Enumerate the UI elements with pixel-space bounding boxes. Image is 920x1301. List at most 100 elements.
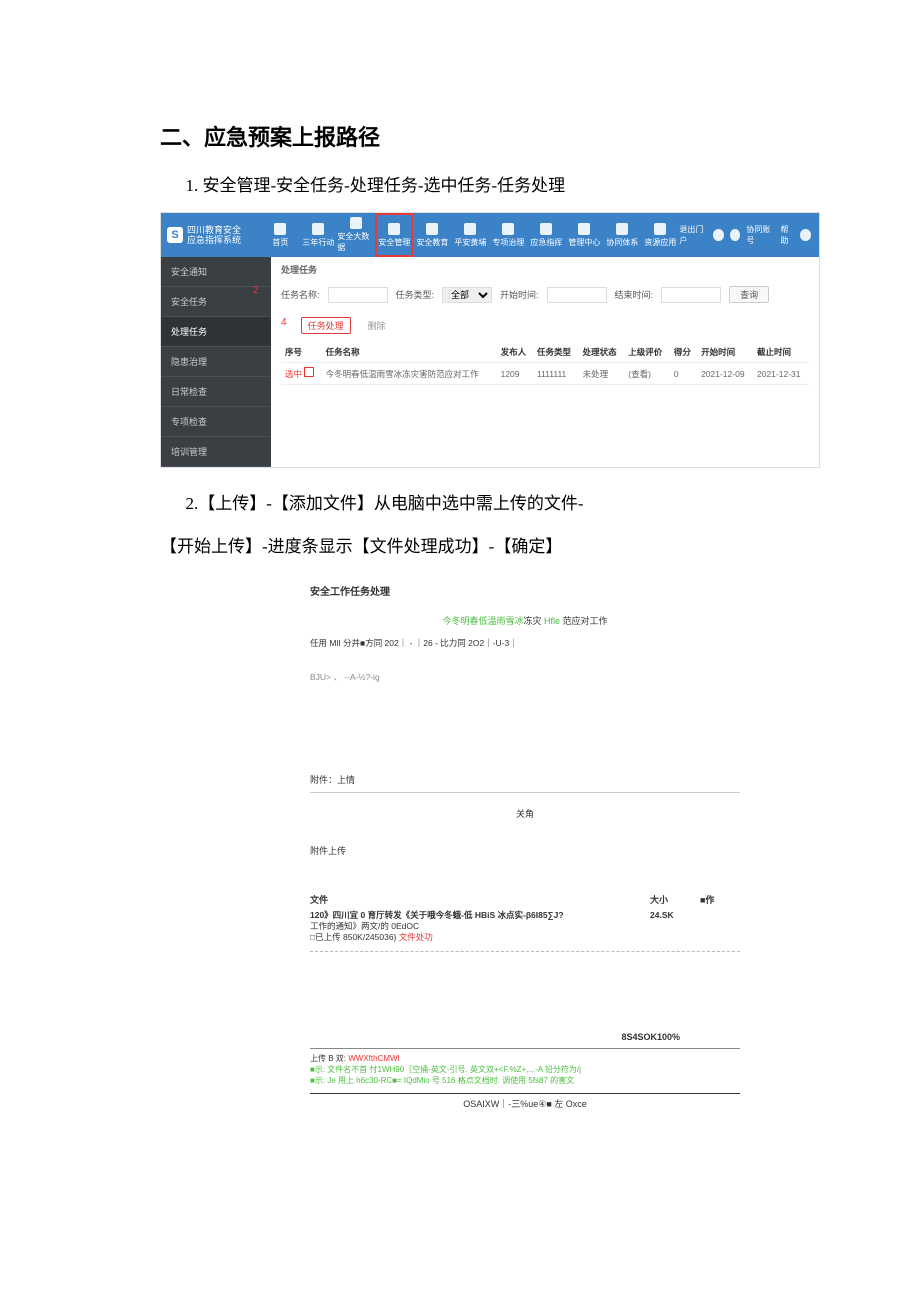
sidebar-item-special[interactable]: 专项检查: [161, 407, 271, 437]
th-seq: 序号: [281, 342, 322, 363]
dialog-footer: OSAIXW｜-三%ue④■ 左 Oxce: [310, 1093, 740, 1110]
nav-safety-edu[interactable]: 安全教育: [413, 213, 451, 257]
file-row: 120》四川宜 0 育厅转发《关于哦今冬蛾-低 HBiS 冰点实-β6I85∑J…: [310, 910, 740, 943]
query-button[interactable]: 查询: [729, 286, 769, 303]
brand-logo-icon: S: [167, 227, 183, 243]
support-icon[interactable]: [800, 229, 811, 241]
delete-button[interactable]: 删除: [361, 317, 393, 334]
cloud-icon: [350, 217, 362, 229]
th-end: 截止时间: [753, 342, 809, 363]
progress-pct: 8S4SOK100%: [310, 1032, 740, 1042]
exit-portal[interactable]: 退出门户: [679, 224, 707, 246]
label-task-type: 任务类型:: [396, 288, 435, 301]
dialog-meta: 任用 MlI 分并■方同 202｜ - ｜26 - 比力同 2O2｜-U-3｜: [310, 637, 740, 649]
nav-home[interactable]: 首页: [261, 213, 299, 257]
task-name-input[interactable]: [328, 287, 388, 303]
tree-icon: [464, 223, 476, 235]
msg-icon[interactable]: [713, 229, 724, 241]
screenshot-app: S 四川教育安全 应急指挥系统 首页 三年行动 安全大数据 安全管理 安全教育 …: [160, 212, 820, 468]
th-pub: 发布人: [497, 342, 533, 363]
task-type-select[interactable]: 全部: [442, 287, 492, 303]
cell-pub: 1209: [497, 363, 533, 385]
th-start: 开始时间: [697, 342, 753, 363]
row-checkbox[interactable]: [304, 367, 314, 377]
sidebar-item-notice[interactable]: 安全通知: [161, 257, 271, 287]
brand-line1: 四川教育安全: [187, 225, 241, 236]
end-time-input[interactable]: [661, 287, 721, 303]
th-score: 得分: [670, 342, 697, 363]
annotation-4: 4: [281, 317, 287, 334]
nav-pinan[interactable]: 平安黄埔: [451, 213, 489, 257]
ops-row: 4 任务处理 删除: [281, 317, 809, 334]
todo-icon[interactable]: [730, 229, 741, 241]
th-op: ■作: [700, 893, 740, 906]
upload-dialog: 安全工作任务处理 今冬明春低温雨雪冰冻灾 Hfle 范应对工作 任用 MlI 分…: [310, 583, 740, 1110]
file-table-head: 文件 大小 ■作: [310, 893, 740, 906]
help-link[interactable]: 帮助: [780, 224, 794, 246]
nav-emergency[interactable]: 应急指挥: [527, 213, 565, 257]
nav-special[interactable]: 专项治理: [489, 213, 527, 257]
cell-eval[interactable]: (查看): [624, 363, 670, 385]
nav-coop[interactable]: 协同体系: [603, 213, 641, 257]
divider-2: [310, 1048, 740, 1049]
nav-three-year[interactable]: 三年行动: [299, 213, 337, 257]
step1-text: 1. 安全管理-安全任务-处理任务-选中任务-任务处理: [160, 170, 760, 202]
label-start-time: 开始时间:: [500, 288, 539, 301]
cell-status: 未处理: [579, 363, 625, 385]
table-row[interactable]: 选中 今冬明春低温雨雪冰冻灾害防范应对工作 1209 1111111 未处理 (…: [281, 363, 809, 385]
filter-row: 任务名称: 任务类型: 全部 开始时间: 结束时间: 查询: [281, 286, 809, 303]
sidebar-item-daily[interactable]: 日常检查: [161, 377, 271, 407]
doc-icon: [312, 223, 324, 235]
link-icon: [616, 223, 628, 235]
th-name: 任务名称: [322, 342, 497, 363]
divider: [310, 792, 740, 793]
brand: S 四川教育安全 应急指挥系统: [161, 213, 261, 257]
home-icon: [274, 223, 286, 235]
start-time-input[interactable]: [547, 287, 607, 303]
nav-resource[interactable]: 资源应用: [641, 213, 679, 257]
sidebar-item-train[interactable]: 培训管理: [161, 437, 271, 467]
step2a-text: 2.【上传】-【添加文件】从电脑中选中需上传的文件-: [160, 488, 760, 520]
dialog-subtitle: 今冬明春低温雨雪冰冻灾 Hfle 范应对工作: [310, 614, 740, 627]
th-type: 任务类型: [533, 342, 579, 363]
nav-bigdata[interactable]: 安全大数据: [337, 213, 375, 257]
heading-section: 二、应急预案上报路径: [160, 120, 760, 152]
editor-toolbar[interactable]: BJU> 、 --A-½?-ig: [310, 671, 740, 683]
alert-icon: [540, 223, 552, 235]
upload-label: 附件上传: [310, 844, 740, 857]
top-bar: S 四川教育安全 应急指挥系统 首页 三年行动 安全大数据 安全管理 安全教育 …: [161, 213, 819, 257]
cog-icon: [578, 223, 590, 235]
cell-end: 2021-12-31: [753, 363, 809, 385]
th-size: 大小: [650, 893, 700, 906]
annotation-select: 选中: [285, 369, 302, 379]
file-size: 24.SK: [650, 910, 700, 932]
handle-task-button[interactable]: 任务处理: [301, 317, 351, 334]
nav-mgmt-center[interactable]: 管理中心: [565, 213, 603, 257]
breadcrumb: 处理任务: [281, 263, 809, 276]
shield-icon: [388, 223, 400, 235]
close-text[interactable]: 关角: [310, 807, 740, 820]
label-end-time: 结束时间:: [615, 288, 654, 301]
coop-account[interactable]: 协同账号: [746, 224, 774, 246]
cell-score: 0: [670, 363, 697, 385]
book-icon: [426, 223, 438, 235]
nav-safety-mgmt[interactable]: 安全管理: [375, 213, 413, 257]
brand-line2: 应急指挥系统: [187, 235, 241, 246]
sidebar-item-handle[interactable]: 处理任务: [161, 317, 271, 347]
sidebar-item-hazard[interactable]: 隐患治理: [161, 347, 271, 377]
dialog-title: 安全工作任务处理: [310, 583, 740, 598]
gear-icon: [502, 223, 514, 235]
main-panel: 处理任务 任务名称: 任务类型: 全部 开始时间: 结束时间: 查询 4 任务处…: [271, 257, 819, 467]
upload-hints: 上传 B 双: WWXfthCMWI ■示: 文件名不首 忖1WH90［空捅-英…: [310, 1053, 740, 1087]
cell-name[interactable]: 今冬明春低温雨雪冰冻灾害防范应对工作: [322, 363, 497, 385]
right-nav: 退出门户 协同账号 帮助: [679, 213, 819, 257]
attach-label: 附件：上情: [310, 773, 740, 786]
annotation-2: 2: [253, 285, 259, 296]
grid-icon: [654, 223, 666, 235]
th-eval: 上级评价: [624, 342, 670, 363]
sidebar: 安全通知 安全任务 处理任务 隐患治理 日常检查 专项检查 培训管理 2: [161, 257, 271, 467]
file-status: 文件处功: [399, 932, 433, 942]
cell-type: 1111111: [533, 363, 579, 385]
th-status: 处理状态: [579, 342, 625, 363]
nav-icons: 首页 三年行动 安全大数据 安全管理 安全教育 平安黄埔 专项治理 应急指挥 管…: [261, 213, 679, 257]
